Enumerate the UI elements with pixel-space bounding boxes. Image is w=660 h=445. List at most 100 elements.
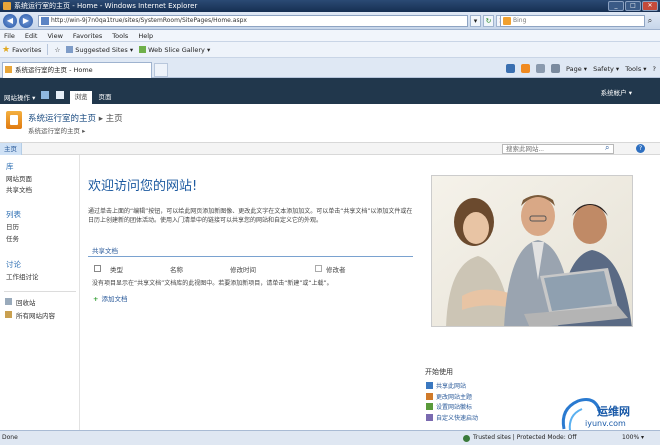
web-slice-gallery[interactable]: Web Slice Gallery ▾ <box>139 46 210 54</box>
ql-item-shared-docs[interactable]: 共享文档 <box>6 184 32 194</box>
dropdown-icon[interactable]: ▾ <box>470 15 481 27</box>
getting-started-title: 开始使用 <box>425 368 453 376</box>
ql-item-team-discussion[interactable]: 工作组讨论 <box>6 271 39 281</box>
ql-heading-libraries[interactable]: 库 <box>6 161 14 172</box>
ql-item-site-pages[interactable]: 网站页面 <box>6 173 32 183</box>
watermark-url: iyunv.com <box>585 419 626 428</box>
star-icon: ★ <box>2 44 11 55</box>
gs-customize-quick-launch[interactable]: 自定义快速启动 <box>425 413 575 424</box>
ql-heading-lists[interactable]: 列表 <box>6 209 21 220</box>
mail-icon[interactable] <box>536 64 545 73</box>
address-input[interactable]: http://win-9j7n0qa1true/sites/SystemRoom… <box>38 15 468 27</box>
ql-divider <box>4 291 76 292</box>
getting-started-panel: 开始使用 共享此网站 更改网站主题 设置网站徽标 自定义快速启动 <box>425 367 575 423</box>
gs-share-site[interactable]: 共享此网站 <box>425 381 575 392</box>
trusted-zone-icon <box>463 435 470 442</box>
ql-recycle-bin[interactable]: 回收站 <box>16 297 36 307</box>
safety-menu[interactable]: Safety ▾ <box>593 65 619 73</box>
address-bar-row: ◀ ▶ http://win-9j7n0qa1true/sites/System… <box>0 12 660 30</box>
main-content: 欢迎访问您的网站! 通过单击上面的“编辑”按钮，可以给此网页添加新图像、更改此文… <box>80 155 660 430</box>
welcome-heading: 欢迎访问您的网站! <box>88 179 198 194</box>
status-text: Done <box>2 434 18 441</box>
ql-item-tasks[interactable]: 任务 <box>6 233 19 243</box>
help-menu[interactable]: ? <box>653 65 656 73</box>
column-modified[interactable]: 修改时间 <box>230 264 256 274</box>
logo-icon <box>426 403 433 410</box>
menu-view[interactable]: View <box>47 30 62 41</box>
favorites-button[interactable]: ★ Favorites <box>2 45 41 55</box>
people-at-laptop-image <box>432 176 632 326</box>
menu-help[interactable]: Help <box>138 30 153 41</box>
menu-bar: File Edit View Favorites Tools Help <box>0 30 660 42</box>
ql-item-calendar[interactable]: 日历 <box>6 221 19 231</box>
command-bar: Page ▾ Safety ▾ Tools ▾ ? <box>506 64 656 73</box>
zoom-control[interactable]: 100% ▾ <box>622 431 644 445</box>
doc-library-empty-message: 没有项目显示在“共享文档”文档库的此视图中。若要添加新项目，请单击“新建”或“上… <box>92 280 333 287</box>
column-name[interactable]: 名称 <box>170 264 183 274</box>
tab-page[interactable]: 页面 <box>94 91 116 104</box>
minimize-button[interactable]: _ <box>608 1 624 11</box>
favorites-bar: ★ Favorites ☆ Suggested Sites ▾ Web Slic… <box>0 42 660 58</box>
suggested-sites-label: Suggested Sites ▾ <box>75 45 134 54</box>
new-tab-button[interactable] <box>154 63 168 77</box>
close-button[interactable]: ✕ <box>642 1 658 11</box>
add-favorite-icon[interactable]: ☆ <box>54 46 60 54</box>
column-type[interactable]: 类型 <box>110 264 123 274</box>
help-icon[interactable]: ? <box>636 144 645 153</box>
status-bar: Done Trusted sites | Protected Mode: Off… <box>0 430 660 445</box>
intro-text: 通过单击上面的“编辑”按钮，可以给此网页添加新图像、更改此文字在文本添加加文。可… <box>88 208 413 224</box>
menu-edit[interactable]: Edit <box>25 30 38 41</box>
all-content-icon <box>5 311 12 318</box>
account-menu[interactable]: 系统帐户 ▾ <box>601 87 632 97</box>
web-slice-label: Web Slice Gallery ▾ <box>148 45 211 54</box>
site-search-input[interactable] <box>502 144 614 154</box>
add-document-link[interactable]: + 添加文档 <box>93 293 127 303</box>
gs-set-logo-label: 设置网站徽标 <box>436 404 473 411</box>
site-subtitle[interactable]: 系统运行室的主页 ▸ <box>28 125 85 135</box>
suggested-sites[interactable]: Suggested Sites ▾ <box>66 46 133 54</box>
sharepoint-ribbon: 网站操作 ▾ 浏览 页面 系统帐户 ▾ <box>0 78 660 104</box>
modified-by-checkbox[interactable] <box>315 265 322 272</box>
quick-launch-icon <box>426 413 433 421</box>
tools-menu[interactable]: Tools ▾ <box>625 65 646 73</box>
gs-change-theme[interactable]: 更改网站主题 <box>425 392 575 403</box>
maximize-button[interactable]: □ <box>625 1 641 11</box>
search-icon[interactable]: ⌕ <box>644 15 656 27</box>
back-button[interactable]: ◀ <box>3 14 17 28</box>
search-icon[interactable]: ⌕ <box>605 143 609 153</box>
select-all-checkbox[interactable] <box>94 265 101 272</box>
security-zone[interactable]: Trusted sites | Protected Mode: Off <box>463 431 577 445</box>
separator <box>47 44 49 55</box>
forward-button[interactable]: ▶ <box>19 14 33 28</box>
doc-library-header: 类型 名称 修改时间 修改者 <box>88 263 413 275</box>
security-zone-label: Trusted sites | Protected Mode: Off <box>473 434 577 441</box>
recycle-bin-icon <box>5 298 12 305</box>
address-url: http://win-9j7n0qa1true/sites/SystemRoom… <box>51 17 247 24</box>
page-menu[interactable]: Page ▾ <box>566 65 587 73</box>
ql-heading-discussions[interactable]: 讨论 <box>6 259 21 270</box>
feeds-icon[interactable] <box>521 64 530 73</box>
search-input[interactable]: Bing <box>500 15 645 27</box>
refresh-icon[interactable]: ↻ <box>483 15 494 27</box>
tab-label: 系统运行室的主页 - Home <box>15 66 93 74</box>
column-modified-by[interactable]: 修改者 <box>326 264 346 274</box>
doc-library-title[interactable]: 共享文档 <box>92 245 118 255</box>
edit-page-icon[interactable] <box>56 91 64 99</box>
nav-home[interactable]: 主页 <box>0 143 22 155</box>
site-logo-icon <box>6 111 22 129</box>
search-placeholder: Bing <box>513 17 527 24</box>
browser-tab[interactable]: 系统运行室的主页 - Home <box>2 62 152 78</box>
site-header: 系统运行室的主页 ▸ 主页 系统运行室的主页 ▸ <box>0 104 660 142</box>
menu-tools[interactable]: Tools <box>112 30 128 41</box>
breadcrumb: ▸ 主页 <box>98 114 123 124</box>
gs-set-logo[interactable]: 设置网站徽标 <box>425 402 575 413</box>
home-icon[interactable] <box>506 64 515 73</box>
menu-favorites[interactable]: Favorites <box>73 30 102 41</box>
menu-file[interactable]: File <box>4 30 15 41</box>
print-icon[interactable] <box>551 64 560 73</box>
site-title-link[interactable]: 系统运行室的主页 <box>28 114 96 124</box>
tab-browse[interactable]: 浏览 <box>70 91 92 104</box>
site-actions-menu[interactable]: 网站操作 ▾ <box>4 92 35 102</box>
navigate-up-icon[interactable] <box>41 91 49 99</box>
ql-all-site-content[interactable]: 所有网站内容 <box>16 310 55 320</box>
